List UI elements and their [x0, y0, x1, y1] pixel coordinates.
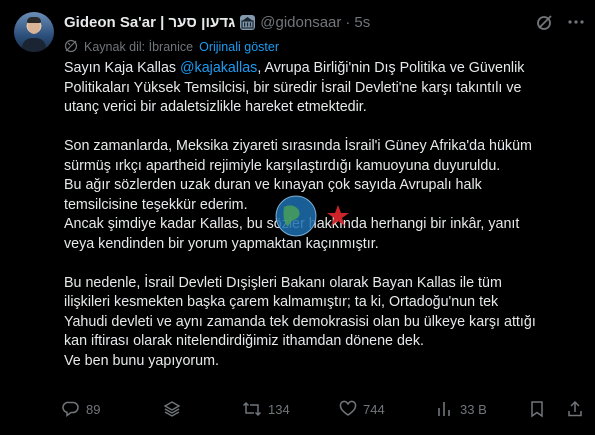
reply-icon [62, 401, 79, 417]
paragraph-1-line-3: utanç verici bir adaletsizlikle hareket … [64, 99, 367, 115]
display-name[interactable]: Gideon Sa'ar | גדעון סער [64, 14, 235, 31]
action-bar: 89 134 744 33 B [58, 398, 588, 420]
paragraph-2-line: Son zamanlarda, Meksika ziyareti sırasın… [64, 138, 532, 154]
paragraph-2-line: sürmüş ırkçı apartheid rejimiyle karşıla… [64, 157, 501, 174]
paragraph-2-line: Ancak şimdiye kadar Kallas, bu sözler ha… [64, 216, 520, 232]
paragraph-2-line: Bu ağır sözlerden uzak duran ve kınayan … [64, 177, 482, 193]
bookmark-icon [531, 401, 543, 418]
mention-link[interactable]: @kajakallas [180, 60, 257, 76]
layers-icon [163, 401, 181, 417]
view-count: 33 B [460, 401, 487, 417]
avatar-suit [22, 38, 46, 52]
like-count: 744 [363, 401, 385, 417]
views-button[interactable]: 33 B [436, 398, 487, 420]
reply-count: 89 [86, 401, 101, 417]
translate-globe-icon [64, 39, 78, 56]
avatar[interactable] [14, 12, 54, 52]
layers-button[interactable] [162, 398, 188, 420]
paragraph-3-line: Yahudi devleti ve aynı zamanda tek demok… [64, 313, 536, 330]
grok-icon[interactable] [535, 12, 555, 32]
repost-count: 134 [268, 401, 290, 417]
share-icon [568, 400, 582, 417]
bookmark-button[interactable] [528, 398, 552, 420]
avatar-hair [27, 17, 41, 23]
like-button[interactable]: 744 [339, 398, 385, 420]
paragraph-2-line: veya kendinden bir yorum yapmaktan kaçın… [64, 235, 379, 252]
heart-icon [339, 400, 357, 416]
more-icon[interactable] [566, 12, 586, 32]
separator-dot: · [345, 13, 351, 31]
government-badge-icon [240, 14, 256, 30]
tweet-body: Sayın Kaja Kallas @kajakallas, Avrupa Bi… [64, 59, 584, 371]
paragraph-1-line-2: Politikaları Yüksek Temsilcisi, bir süre… [64, 79, 522, 96]
repost-icon [242, 401, 262, 417]
paragraph-1-line-1: Sayın Kaja Kallas @kajakallas, Avrupa Bi… [64, 59, 584, 79]
p1-lead: Sayın Kaja Kallas [64, 60, 181, 76]
translation-source: Kaynak dil: İbranice [84, 40, 194, 54]
timestamp[interactable]: 5s [354, 14, 370, 31]
share-button[interactable] [566, 398, 590, 420]
paragraph-1: Sayın Kaja Kallas @kajakallas, Avrupa Bi… [64, 59, 584, 118]
tweet[interactable]: Gideon Sa'ar | גדעון סער @gidonsaar · 5s [0, 0, 595, 435]
p1-rest: , Avrupa Birliği'nin Dış Politika ve Güv… [257, 60, 525, 76]
show-original-link[interactable]: Orijinali göster [199, 40, 279, 54]
handle[interactable]: @gidonsaar [260, 14, 341, 31]
paragraph-2-line: temsilcisine teşekkür ederim. [64, 196, 248, 213]
paragraph-2: Son zamanlarda, Meksika ziyareti sırasın… [64, 137, 584, 254]
translation-row: Kaynak dil: İbranice Orijinali göster [64, 38, 279, 56]
paragraph-3-line: ilişkileri kesmekten başka çarem kalmamı… [64, 294, 499, 310]
paragraph-3-line: Ve ben bunu yapıyorum. [64, 352, 219, 369]
paragraph-3-line: Bu nedenle, İsrail Devleti Dışişleri Bak… [64, 274, 502, 291]
reply-button[interactable]: 89 [62, 398, 100, 420]
tweet-header: Gideon Sa'ar | גדעון סער @gidonsaar · 5s [64, 12, 370, 32]
views-icon [438, 402, 450, 416]
repost-button[interactable]: 134 [242, 398, 290, 420]
paragraph-3: Bu nedenle, İsrail Devleti Dışişleri Bak… [64, 274, 584, 372]
paragraph-3-line: kan iftirası olarak nitelendirdiğimiz it… [64, 333, 425, 349]
